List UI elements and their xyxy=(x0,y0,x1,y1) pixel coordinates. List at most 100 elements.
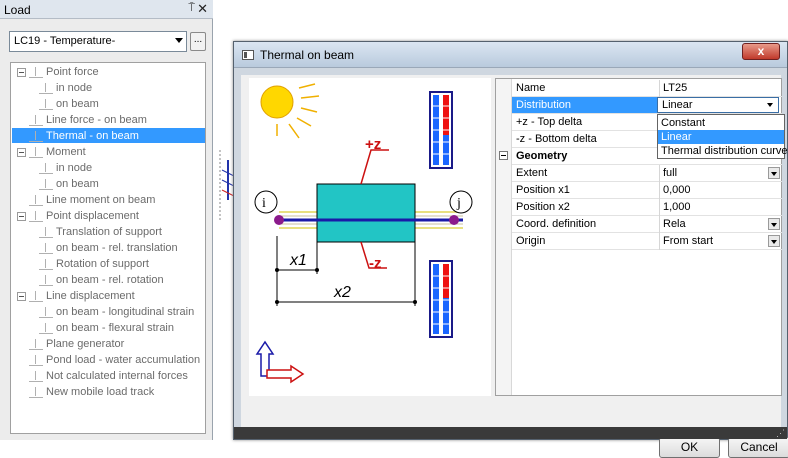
chevron-down-icon[interactable] xyxy=(768,218,780,230)
coordinate-axes-icon xyxy=(255,340,305,384)
cancel-button[interactable]: Cancel xyxy=(728,437,788,458)
distribution-option[interactable]: Linear xyxy=(658,130,784,144)
tree-item-label: on beam - flexural strain xyxy=(56,322,174,334)
property-value[interactable]: LT25 xyxy=(663,82,687,94)
property-row[interactable]: Origin From start xyxy=(512,233,782,250)
load-case-value: LC19 - Temperature- xyxy=(14,35,116,47)
tree-item-label: Plane generator xyxy=(46,338,125,350)
load-type-icon xyxy=(39,162,53,174)
load-type-icon xyxy=(39,274,53,286)
tree-item[interactable]: Line force - on beam xyxy=(17,112,147,128)
tree-item[interactable]: Rotation of support xyxy=(39,256,149,272)
property-label: Position x2 xyxy=(516,201,570,213)
property-value[interactable]: full xyxy=(663,167,677,179)
close-icon[interactable]: ✕ xyxy=(197,1,208,17)
tree-item[interactable]: on beam - flexural strain xyxy=(39,320,174,336)
column-separator xyxy=(659,216,660,233)
tree-item[interactable]: on beam xyxy=(39,176,99,192)
dialog-title-bar[interactable]: Thermal on beam x xyxy=(234,42,787,68)
property-row[interactable]: Position x2 1,000 xyxy=(512,199,782,216)
tree-item-label: on beam xyxy=(56,98,99,110)
property-label: Distribution xyxy=(516,99,572,111)
tree-item[interactable]: Pond load - water accumulation xyxy=(17,352,200,368)
tree-item[interactable]: on beam - rel. rotation xyxy=(39,272,164,288)
load-case-select[interactable]: LC19 - Temperature- xyxy=(9,31,187,52)
tree-item-label: on beam xyxy=(56,178,99,190)
minus-z-label: -z xyxy=(369,255,382,272)
ok-button[interactable]: OK xyxy=(659,437,720,458)
load-type-icon xyxy=(29,290,43,302)
tree-item-label: on beam - rel. rotation xyxy=(56,274,164,286)
property-label: +z - Top delta xyxy=(516,116,583,128)
chevron-down-icon xyxy=(764,99,777,111)
tree-item[interactable]: Thermal - on beam xyxy=(17,128,139,144)
load-type-icon xyxy=(39,178,53,190)
load-type-icon xyxy=(39,322,53,334)
column-separator xyxy=(659,199,660,216)
tree-item-label: Translation of support xyxy=(56,226,162,238)
property-label: Extent xyxy=(516,167,548,179)
collapse-toggle-icon[interactable] xyxy=(17,147,26,157)
property-label: Coord. definition xyxy=(516,218,597,230)
x1-label: x1 xyxy=(289,252,307,269)
property-row[interactable]: Extent full xyxy=(512,165,782,182)
panel-title-bar: Load ⍑ ✕ xyxy=(0,0,213,19)
thermometer-top-icon xyxy=(429,91,453,169)
tree-item-label: Line force - on beam xyxy=(46,114,147,126)
dialog-close-button[interactable]: x xyxy=(742,43,780,60)
tree-item[interactable]: on beam - longitudinal strain xyxy=(39,304,194,320)
tree-item[interactable]: Point force xyxy=(17,64,99,80)
panel-title: Load xyxy=(4,3,31,17)
tree-item[interactable]: Line moment on beam xyxy=(17,192,155,208)
tree-item[interactable]: New mobile load track xyxy=(17,384,154,400)
geometry-collapse-toggle[interactable] xyxy=(499,151,508,160)
distribution-value: Linear xyxy=(662,99,693,111)
dialog-status-bar: ⋰ xyxy=(234,427,787,439)
load-type-icon xyxy=(29,146,43,158)
beam-section xyxy=(274,183,463,243)
property-value[interactable]: From start xyxy=(663,235,713,247)
pin-icon[interactable]: ⍑ xyxy=(188,2,195,15)
property-value[interactable]: Rela xyxy=(663,218,686,230)
distribution-option[interactable]: Constant xyxy=(658,116,784,130)
tree-item[interactable]: Translation of support xyxy=(39,224,162,240)
tree-item[interactable]: Not calculated internal forces xyxy=(17,368,188,384)
property-row[interactable]: Position x1 0,000 xyxy=(512,182,782,199)
property-value[interactable]: 1,000 xyxy=(663,201,691,213)
chevron-down-icon[interactable] xyxy=(768,235,780,247)
load-type-icon xyxy=(29,66,43,78)
property-value[interactable]: 0,000 xyxy=(663,184,691,196)
column-separator xyxy=(659,182,660,199)
tree-item[interactable]: in node xyxy=(39,160,92,176)
property-grid-gutter xyxy=(496,79,512,395)
tree-item[interactable]: Plane generator xyxy=(17,336,124,352)
tree-item-label: in node xyxy=(56,82,93,94)
tree-item[interactable]: Line displacement xyxy=(17,288,135,304)
chevron-down-icon[interactable] xyxy=(768,167,780,179)
collapse-toggle-icon[interactable] xyxy=(17,291,26,301)
load-type-icon xyxy=(39,306,53,318)
load-case-more-button[interactable]: ... xyxy=(190,32,206,51)
tree-item[interactable]: on beam xyxy=(39,96,99,112)
load-panel: Load ⍑ ✕ LC19 - Temperature- ... Point f… xyxy=(0,0,213,440)
tree-item[interactable]: Point displacement xyxy=(17,208,139,224)
distribution-option[interactable]: Thermal distribution curve xyxy=(658,144,788,158)
tree-item[interactable]: in node xyxy=(39,80,92,96)
load-type-icon xyxy=(29,354,43,366)
node-i-label: i xyxy=(262,196,266,211)
distribution-combobox[interactable]: Linear xyxy=(657,97,779,113)
chevron-down-icon xyxy=(175,38,183,43)
property-row[interactable]: Coord. definition Rela xyxy=(512,216,782,233)
load-type-icon xyxy=(29,130,43,142)
property-label: Origin xyxy=(516,235,546,247)
collapse-toggle-icon[interactable] xyxy=(17,211,26,221)
collapse-toggle-icon[interactable] xyxy=(17,67,26,77)
tree-item-label: Point displacement xyxy=(46,210,139,222)
property-label: Position x1 xyxy=(516,184,570,196)
tree-item[interactable]: on beam - rel. translation xyxy=(39,240,178,256)
tree-item[interactable]: Moment xyxy=(17,144,86,160)
resize-grip-icon[interactable]: ⋰ xyxy=(776,428,785,439)
tree-item-label: Line moment on beam xyxy=(46,194,156,206)
property-row[interactable]: Name LT25 xyxy=(512,80,782,97)
load-type-tree: Point force in node on beam Line force - on… xyxy=(10,62,206,434)
